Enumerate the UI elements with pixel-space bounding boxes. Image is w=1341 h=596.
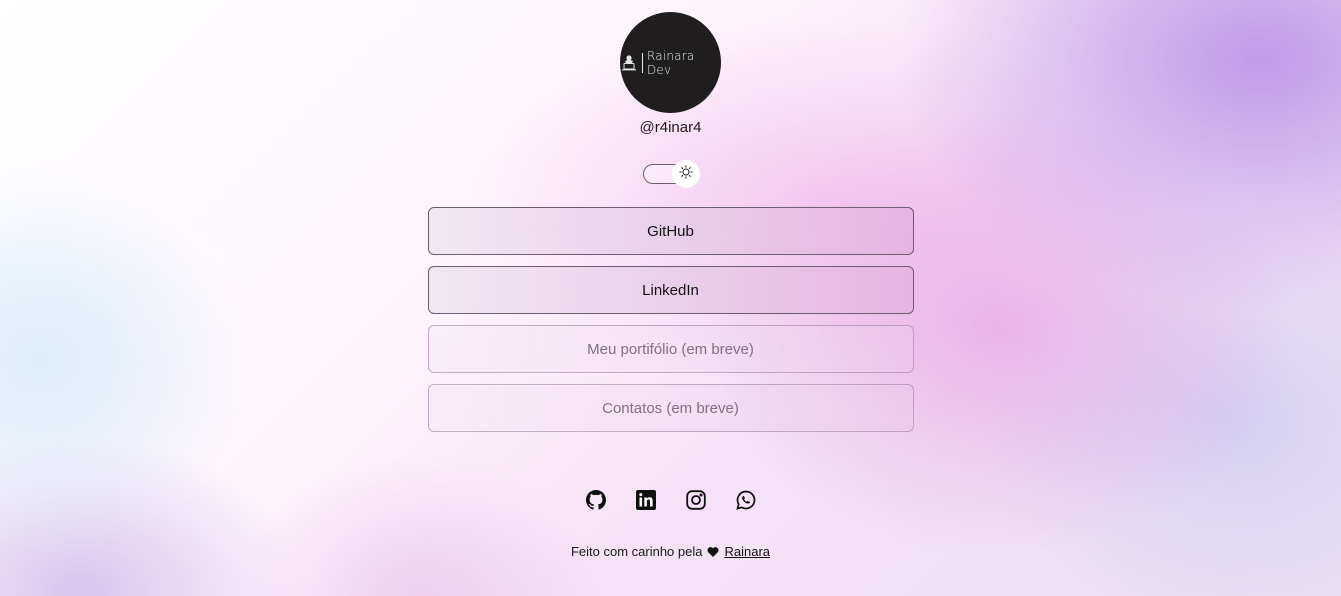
link-list: GitHub LinkedIn Meu portifólio (em breve… bbox=[427, 207, 914, 432]
author-link[interactable]: Rainara bbox=[724, 544, 770, 559]
logo-divider bbox=[642, 52, 643, 73]
avatar: Rainara Dev bbox=[620, 12, 721, 113]
github-link-button[interactable]: GitHub bbox=[427, 207, 914, 255]
theme-toggle[interactable] bbox=[642, 160, 700, 188]
footer-text: Feito com carinho pela bbox=[570, 544, 703, 559]
portfolio-link-button: Meu portifólio (em breve) bbox=[427, 325, 914, 373]
theme-toggle-knob[interactable] bbox=[671, 160, 700, 188]
social-links bbox=[584, 488, 758, 512]
profile-handle: @r4inar4 bbox=[639, 119, 702, 136]
heart-icon bbox=[707, 546, 719, 558]
linkedin-icon[interactable] bbox=[634, 488, 658, 512]
linkedin-link-button[interactable]: LinkedIn bbox=[427, 266, 914, 314]
instagram-icon[interactable] bbox=[684, 488, 708, 512]
page: Rainara Dev @r4inar4 GitHub LinkedIn Meu… bbox=[0, 0, 1341, 596]
github-icon[interactable] bbox=[584, 488, 608, 512]
sun-icon bbox=[678, 164, 693, 184]
contacts-link-button: Contatos (em breve) bbox=[427, 384, 914, 432]
footer: Feito com carinho pela Rainara bbox=[571, 544, 770, 559]
developer-logo-icon bbox=[620, 54, 638, 72]
avatar-logo-text: Rainara Dev bbox=[646, 48, 695, 77]
whatsapp-icon[interactable] bbox=[734, 488, 758, 512]
